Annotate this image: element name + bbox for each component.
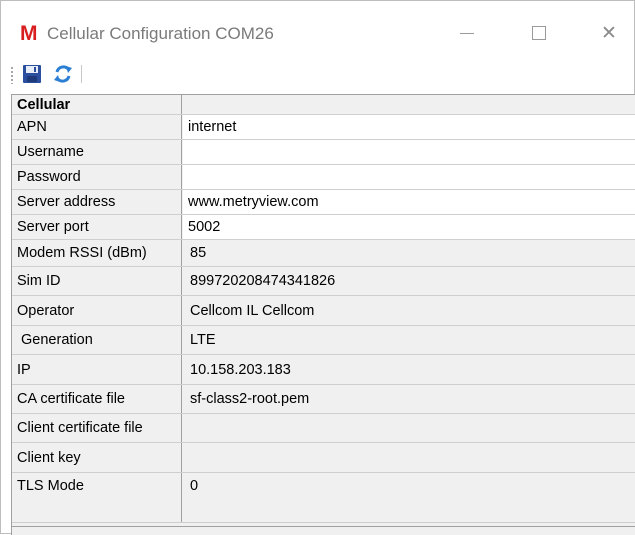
- property-name: Operator: [12, 296, 182, 325]
- client-key-value: [183, 443, 635, 472]
- server-port-field[interactable]: 5002: [183, 215, 635, 239]
- property-name: Username: [12, 140, 182, 164]
- property-name: Password: [12, 165, 182, 189]
- operator-value: Cellcom IL Cellcom: [183, 296, 635, 325]
- property-row-server-port[interactable]: Server port 5002: [12, 215, 635, 240]
- refresh-button[interactable]: [52, 63, 74, 85]
- property-name: Sim ID: [12, 267, 182, 295]
- property-row-username[interactable]: Username: [12, 140, 635, 165]
- property-row-generation[interactable]: Generation LTE: [12, 326, 635, 355]
- save-button[interactable]: [21, 63, 43, 85]
- property-row-ip[interactable]: IP 10.158.203.183: [12, 355, 635, 385]
- property-row-modem-rssi[interactable]: Modem RSSI (dBm) 85: [12, 240, 635, 267]
- close-icon: ✕: [601, 22, 617, 44]
- property-row-apn[interactable]: APN internet: [12, 115, 635, 140]
- property-grid: Cellular APN internet Username Password …: [11, 94, 635, 535]
- property-name: TLS Mode: [12, 473, 182, 522]
- server-address-field[interactable]: www.metryview.com: [183, 190, 635, 214]
- property-row-client-key[interactable]: Client key: [12, 443, 635, 473]
- tls-mode-value: 0: [183, 473, 635, 522]
- grid-divider: [12, 526, 635, 527]
- property-name: CA certificate file: [12, 385, 182, 413]
- category-row-cellular[interactable]: Cellular: [12, 95, 635, 115]
- property-row-operator[interactable]: Operator Cellcom IL Cellcom: [12, 296, 635, 326]
- property-row-client-certificate[interactable]: Client certificate file: [12, 414, 635, 443]
- refresh-icon: [54, 65, 72, 83]
- property-row-server-address[interactable]: Server address www.metryview.com: [12, 190, 635, 215]
- property-row-password[interactable]: Password: [12, 165, 635, 190]
- toolbar-grip[interactable]: [10, 66, 14, 84]
- cellular-config-window: M Cellular Configuration COM26 ✕ Cellula…: [0, 0, 635, 535]
- app-logo-icon: M: [20, 22, 38, 45]
- window-title: Cellular Configuration COM26: [47, 24, 274, 43]
- ca-certificate-value: sf-class2-root.pem: [183, 385, 635, 413]
- password-field[interactable]: [183, 165, 635, 189]
- client-certificate-value: [183, 414, 635, 442]
- category-value-cell: [183, 95, 635, 114]
- modem-rssi-value: 85: [183, 240, 635, 266]
- property-row-tls-mode[interactable]: TLS Mode 0: [12, 473, 635, 523]
- username-field[interactable]: [183, 140, 635, 164]
- property-name: Generation: [12, 326, 182, 354]
- toolbar: [1, 59, 634, 89]
- property-name: Client certificate file: [12, 414, 182, 442]
- property-row-ca-certificate[interactable]: CA certificate file sf-class2-root.pem: [12, 385, 635, 414]
- property-name: Server port: [12, 215, 182, 239]
- generation-value: LTE: [183, 326, 635, 354]
- close-button[interactable]: ✕: [586, 13, 632, 53]
- property-name: Client key: [12, 443, 182, 472]
- property-row-sim-id[interactable]: Sim ID 899720208474341826: [12, 267, 635, 296]
- apn-field[interactable]: internet: [183, 115, 635, 139]
- sim-id-value: 899720208474341826: [183, 267, 635, 295]
- toolbar-separator: [81, 65, 82, 83]
- property-name: APN: [12, 115, 182, 139]
- maximize-button[interactable]: [516, 13, 562, 53]
- floppy-disk-icon: [23, 65, 41, 83]
- minimize-icon: [460, 32, 474, 34]
- title-bar[interactable]: M Cellular Configuration COM26 ✕: [1, 1, 634, 57]
- ip-value: 10.158.203.183: [183, 355, 635, 384]
- maximize-icon: [532, 26, 546, 40]
- category-label: Cellular: [12, 95, 182, 114]
- property-name: Modem RSSI (dBm): [12, 240, 182, 266]
- property-name: IP: [12, 355, 182, 384]
- property-name: Server address: [12, 190, 182, 214]
- minimize-button[interactable]: [444, 13, 490, 53]
